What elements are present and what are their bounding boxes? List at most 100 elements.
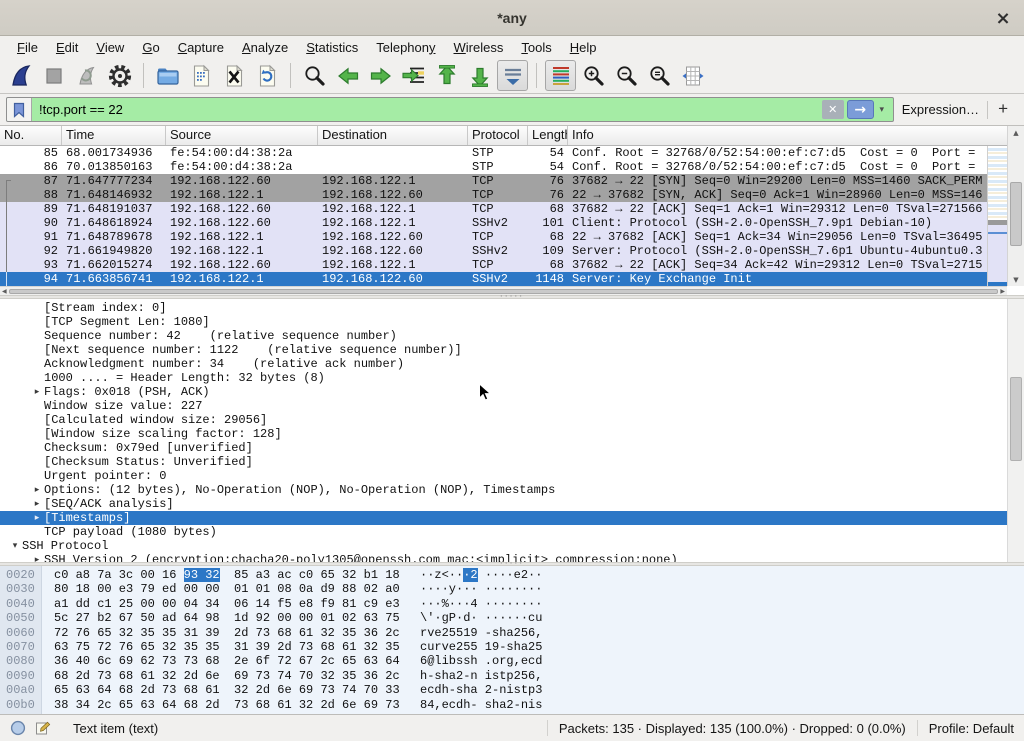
menu-help[interactable]: Help xyxy=(561,38,606,57)
close-window-button[interactable]: × xyxy=(992,7,1014,29)
packet-row-89[interactable]: 8971.648191037192.168.122.60192.168.122.… xyxy=(0,202,987,216)
hex-row-0090[interactable]: 009068 2d 73 68 61 32 2d 6e 69 73 74 70 … xyxy=(0,669,1024,683)
menu-telephony[interactable]: Telephony xyxy=(367,38,444,57)
zoom-reset-button[interactable] xyxy=(644,60,675,91)
titlebar[interactable]: *any × xyxy=(0,0,1024,36)
menu-edit[interactable]: Edit xyxy=(47,38,87,57)
hex-bytes[interactable]: 68 2d 73 68 61 32 2d 6e 69 73 74 70 32 3… xyxy=(54,669,410,683)
resize-columns-button[interactable] xyxy=(677,60,708,91)
column-header-info[interactable]: Info xyxy=(568,126,1007,145)
packet-list-minimap[interactable] xyxy=(987,146,1007,286)
add-filter-button[interactable]: + xyxy=(996,99,1016,121)
hex-ascii[interactable]: 6@libssh .org,ecd xyxy=(420,654,542,668)
go-last-packet-button[interactable] xyxy=(464,60,495,91)
packet-row-85[interactable]: 8568.001734936fe:54:00:d4:38:2aSTP54Conf… xyxy=(0,146,987,160)
hex-row-00b0[interactable]: 00b038 34 2c 65 63 64 68 2d 73 68 61 32 … xyxy=(0,698,1024,712)
hex-row-0050[interactable]: 00505c 27 b2 67 50 ad 64 98 1d 92 00 00 … xyxy=(0,611,1024,625)
menu-go[interactable]: Go xyxy=(133,38,168,57)
hex-ascii[interactable]: ···%···4 ········ xyxy=(420,597,542,611)
go-back-button[interactable] xyxy=(332,60,363,91)
expression-button[interactable]: Expression… xyxy=(902,102,979,117)
packet-row-91[interactable]: 9171.648789678192.168.122.1192.168.122.6… xyxy=(0,230,987,244)
detail-line[interactable]: ▾SSH Protocol xyxy=(0,539,1007,553)
column-header-no[interactable]: No. xyxy=(0,126,62,145)
hex-bytes[interactable]: 38 34 2c 65 63 64 68 2d 73 68 61 32 2d 6… xyxy=(54,698,410,712)
hex-ascii[interactable]: ecdh-sha 2-nistp3 xyxy=(420,683,542,697)
hex-row-0030[interactable]: 003080 18 00 e3 79 ed 00 00 01 01 08 0a … xyxy=(0,582,1024,596)
find-packet-button[interactable] xyxy=(299,60,330,91)
expert-info-icon[interactable] xyxy=(10,720,26,736)
hex-bytes[interactable]: 63 75 72 76 65 32 35 35 31 39 2d 73 68 6… xyxy=(54,640,410,654)
detail-line[interactable]: [Checksum Status: Unverified] xyxy=(0,455,1007,469)
details-vscrollbar[interactable] xyxy=(1007,299,1024,562)
hex-bytes[interactable]: 72 76 65 32 35 35 31 39 2d 73 68 61 32 3… xyxy=(54,626,410,640)
packet-list-vscrollbar[interactable]: ▲ ▼ xyxy=(1007,126,1024,286)
hex-row-0080[interactable]: 008036 40 6c 69 62 73 73 68 2e 6f 72 67 … xyxy=(0,654,1024,668)
packet-row-93[interactable]: 9371.662015274192.168.122.60192.168.122.… xyxy=(0,258,987,272)
vscroll-thumb[interactable] xyxy=(1010,182,1022,246)
hex-bytes[interactable]: c0 a8 7a 3c 00 16 93 32 85 a3 ac c0 65 3… xyxy=(54,568,410,582)
hex-ascii[interactable]: rve25519 -sha256, xyxy=(420,626,542,640)
auto-scroll-toggle[interactable] xyxy=(497,60,528,91)
detail-line[interactable]: ▸[SEQ/ACK analysis] xyxy=(0,497,1007,511)
detail-line[interactable]: Urgent pointer: 0 xyxy=(0,469,1007,483)
save-file-button[interactable] xyxy=(185,60,216,91)
menu-capture[interactable]: Capture xyxy=(169,38,233,57)
scroll-up-icon[interactable]: ▲ xyxy=(1008,126,1024,139)
go-to-packet-button[interactable] xyxy=(398,60,429,91)
hex-ascii[interactable]: \'·gP·d· ······cu xyxy=(420,611,542,625)
hex-bytes[interactable]: 5c 27 b2 67 50 ad 64 98 1d 92 00 00 01 0… xyxy=(54,611,410,625)
packet-row-87[interactable]: 8771.647777234192.168.122.60192.168.122.… xyxy=(0,174,987,188)
filter-apply-icon[interactable]: → xyxy=(847,100,874,119)
restart-capture-button[interactable] xyxy=(71,60,102,91)
zoom-in-button[interactable] xyxy=(578,60,609,91)
filter-clear-icon[interactable]: ✕ xyxy=(822,100,844,119)
stop-capture-button[interactable] xyxy=(38,60,69,91)
detail-line[interactable]: ▸[Timestamps] xyxy=(0,511,1007,525)
column-header-length[interactable]: Length xyxy=(528,126,568,145)
detail-line[interactable]: ▸Flags: 0x018 (PSH, ACK) xyxy=(0,385,1007,399)
detail-line[interactable]: Acknowledgment number: 34 (relative ack … xyxy=(0,357,1007,371)
scroll-down-icon[interactable]: ▼ xyxy=(1008,273,1024,286)
column-header-time[interactable]: Time xyxy=(62,126,166,145)
capture-options-button[interactable] xyxy=(104,60,135,91)
reload-file-button[interactable] xyxy=(251,60,282,91)
menu-wireless[interactable]: Wireless xyxy=(445,38,513,57)
hex-row-0070[interactable]: 007063 75 72 76 65 32 35 35 31 39 2d 73 … xyxy=(0,640,1024,654)
menu-file[interactable]: File xyxy=(8,38,47,57)
detail-line[interactable]: TCP payload (1080 bytes) xyxy=(0,525,1007,539)
packet-row-90[interactable]: 9071.648618924192.168.122.60192.168.122.… xyxy=(0,216,987,230)
menu-tools[interactable]: Tools xyxy=(512,38,560,57)
filter-value[interactable]: !tcp.port == 22 xyxy=(32,102,822,117)
detail-line[interactable]: [Window size scaling factor: 128] xyxy=(0,427,1007,441)
hex-bytes[interactable]: 65 63 64 68 2d 73 68 61 32 2d 6e 69 73 7… xyxy=(54,683,410,697)
hex-row-00a0[interactable]: 00a065 63 64 68 2d 73 68 61 32 2d 6e 69 … xyxy=(0,683,1024,697)
detail-line[interactable]: ▸Options: (12 bytes), No-Operation (NOP)… xyxy=(0,483,1007,497)
close-file-button[interactable] xyxy=(218,60,249,91)
scroll-left-icon[interactable]: ◀ xyxy=(2,288,7,295)
column-header-protocol[interactable]: Protocol xyxy=(468,126,528,145)
go-first-packet-button[interactable] xyxy=(431,60,462,91)
start-capture-button[interactable] xyxy=(5,60,36,91)
column-header-source[interactable]: Source xyxy=(166,126,318,145)
filter-bookmark-icon[interactable] xyxy=(7,98,32,121)
detail-line[interactable]: 1000 .... = Header Length: 32 bytes (8) xyxy=(0,371,1007,385)
detail-line[interactable]: Window size value: 227 xyxy=(0,399,1007,413)
hex-row-0020[interactable]: 0020c0 a8 7a 3c 00 16 93 32 85 a3 ac c0 … xyxy=(0,568,1024,582)
hex-ascii[interactable]: 84,ecdh- sha2-nis xyxy=(420,698,542,712)
packet-row-88[interactable]: 8871.648146932192.168.122.1192.168.122.6… xyxy=(0,188,987,202)
packet-row-86[interactable]: 8670.013850163fe:54:00:d4:38:2aSTP54Conf… xyxy=(0,160,987,174)
hex-bytes[interactable]: 36 40 6c 69 62 73 73 68 2e 6f 72 67 2c 6… xyxy=(54,654,410,668)
hex-bytes[interactable]: 80 18 00 e3 79 ed 00 00 01 01 08 0a d9 8… xyxy=(54,582,410,596)
detail-line[interactable]: Checksum: 0x79ed [unverified] xyxy=(0,441,1007,455)
detail-line[interactable]: [Stream index: 0] xyxy=(0,301,1007,315)
hex-ascii[interactable]: ··z<···2 ····e2·· xyxy=(420,568,542,582)
menu-statistics[interactable]: Statistics xyxy=(297,38,367,57)
zoom-out-button[interactable] xyxy=(611,60,642,91)
hex-row-0060[interactable]: 006072 76 65 32 35 35 31 39 2d 73 68 61 … xyxy=(0,626,1024,640)
menu-view[interactable]: View xyxy=(87,38,133,57)
colorize-toggle[interactable] xyxy=(545,60,576,91)
details-scroll-thumb[interactable] xyxy=(1010,377,1022,461)
status-profile[interactable]: Profile: Default xyxy=(929,721,1014,736)
filter-dropdown-icon[interactable]: ▾ xyxy=(874,105,890,115)
